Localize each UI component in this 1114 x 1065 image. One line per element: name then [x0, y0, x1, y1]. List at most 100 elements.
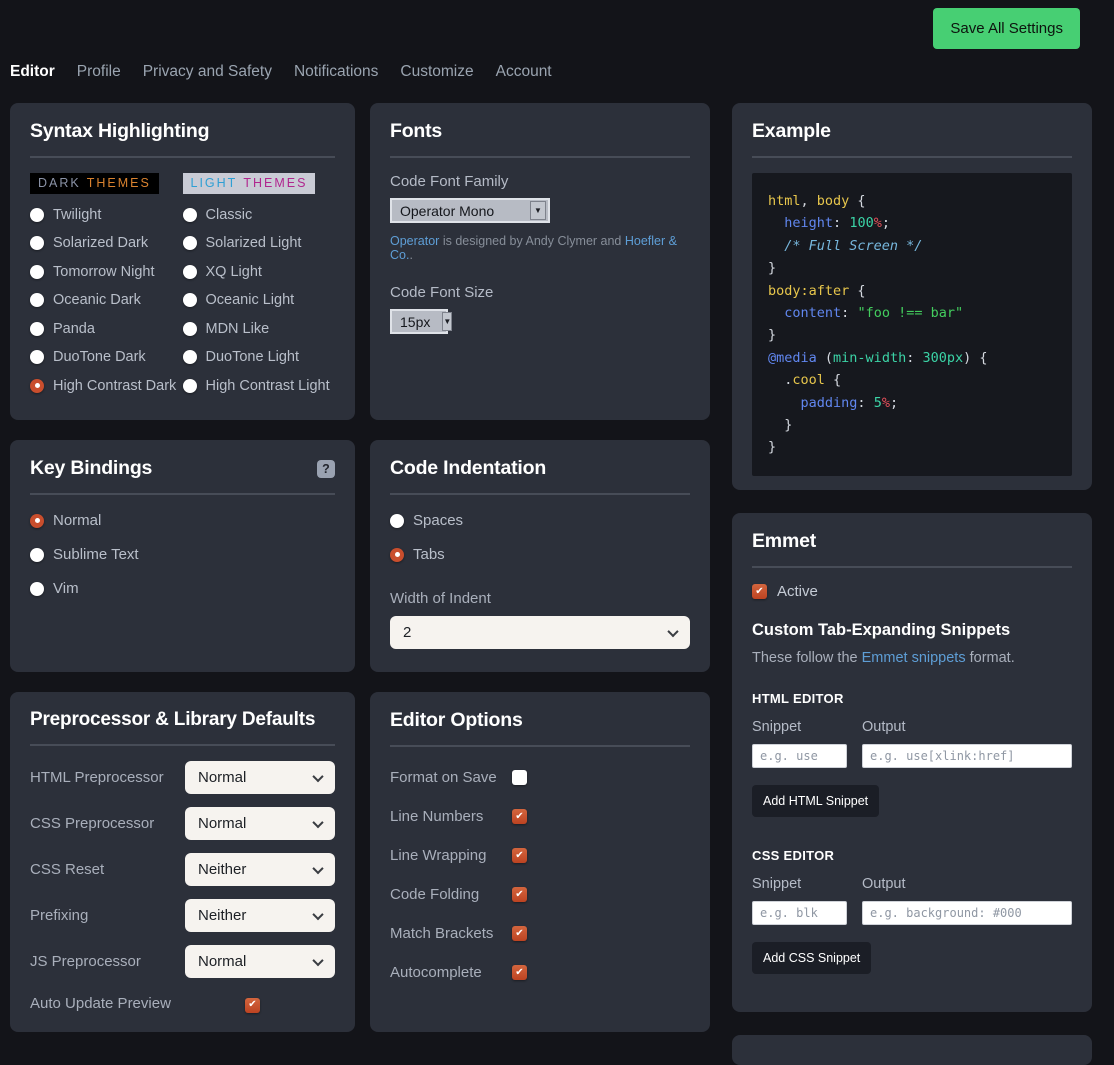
dark-themes-column: DARKTHEMES TwilightSolarized DarkTomorro… — [30, 173, 183, 394]
code-font-family-select[interactable]: Operator Mono ▼ — [390, 198, 550, 223]
line-wrapping-checkbox[interactable] — [512, 848, 527, 863]
radio-icon[interactable] — [30, 208, 44, 222]
autocomplete-checkbox[interactable] — [512, 965, 527, 980]
theme-high-contrast-light[interactable]: High Contrast Light — [183, 378, 336, 394]
theme-oceanic-light[interactable]: Oceanic Light — [183, 292, 336, 308]
key-binding-normal[interactable]: Normal — [30, 512, 335, 529]
theme-panda[interactable]: Panda — [30, 321, 183, 337]
radio-icon[interactable] — [30, 265, 44, 279]
tab-notifications[interactable]: Notifications — [294, 63, 378, 81]
radio-icon[interactable] — [30, 322, 44, 336]
code-folding-checkbox[interactable] — [512, 887, 527, 902]
html-snippet-input[interactable] — [752, 744, 847, 768]
theme-twilight[interactable]: Twilight — [30, 207, 183, 223]
indentation-options: Spaces Tabs — [390, 512, 690, 563]
tab-account[interactable]: Account — [496, 63, 552, 81]
column-2: Fonts Code Font Family Operator Mono ▼ O… — [370, 103, 710, 1065]
chevron-down-icon — [312, 908, 323, 919]
radio-label: Panda — [53, 321, 95, 337]
radio-icon[interactable] — [183, 350, 197, 364]
theme-duotone-light[interactable]: DuoTone Light — [183, 349, 336, 365]
chevron-down-icon — [312, 862, 323, 873]
radio-icon[interactable] — [30, 514, 44, 528]
tab-privacy-and-safety[interactable]: Privacy and Safety — [143, 63, 272, 81]
theme-solarized-dark[interactable]: Solarized Dark — [30, 235, 183, 251]
code-line: padding: 5%; — [768, 392, 1056, 414]
code-line: content: "foo !== bar" — [768, 302, 1056, 324]
add-html-snippet-button[interactable]: Add HTML Snippet — [752, 785, 879, 817]
css-output-input[interactable] — [862, 901, 1072, 925]
radio-icon[interactable] — [30, 582, 44, 596]
setting-label: CSS Reset — [30, 861, 185, 878]
css-snippet-input[interactable] — [752, 901, 847, 925]
html-preprocessor-select[interactable]: Normal — [185, 761, 335, 794]
theme-high-contrast-dark[interactable]: High Contrast Dark — [30, 378, 183, 394]
radio-label: XQ Light — [206, 264, 262, 280]
add-css-snippet-button[interactable]: Add CSS Snippet — [752, 942, 871, 974]
css-preprocessor-select[interactable]: Normal — [185, 807, 335, 840]
radio-icon[interactable] — [390, 514, 404, 528]
width-of-indent-select[interactable]: 2 — [390, 616, 690, 649]
code-line: @media (min-width: 300px) { — [768, 347, 1056, 369]
setting-row-css-reset: CSS ResetNeither — [30, 853, 335, 886]
radio-icon[interactable] — [183, 208, 197, 222]
tab-customize[interactable]: Customize — [400, 63, 473, 81]
radio-label: High Contrast Light — [206, 378, 330, 394]
theme-tomorrow-night[interactable]: Tomorrow Night — [30, 264, 183, 280]
radio-label: Twilight — [53, 207, 101, 223]
card-title: Emmet — [752, 530, 1072, 553]
line-numbers-checkbox[interactable] — [512, 809, 527, 824]
radio-label: Oceanic Light — [206, 292, 295, 308]
radio-icon[interactable] — [30, 548, 44, 562]
option-label: Line Wrapping — [390, 847, 512, 864]
indent-spaces[interactable]: Spaces — [390, 512, 690, 529]
auto-update-preview-checkbox[interactable] — [245, 998, 260, 1013]
chevron-down-icon — [312, 816, 323, 827]
code-font-size-select[interactable]: 15px ▼ — [390, 309, 448, 334]
theme-xq-light[interactable]: XQ Light — [183, 264, 336, 280]
tab-editor[interactable]: Editor — [10, 63, 55, 81]
emmet-active-checkbox[interactable] — [752, 584, 767, 599]
radio-label: High Contrast Dark — [53, 378, 176, 394]
radio-icon[interactable] — [30, 236, 44, 250]
css-reset-select[interactable]: Neither — [185, 853, 335, 886]
chevron-down-icon — [667, 625, 678, 636]
emmet-note: These follow the Emmet snippets format. — [752, 650, 1072, 666]
radio-icon[interactable] — [183, 293, 197, 307]
settings-tabs: Editor Profile Privacy and Safety Notificat… — [10, 63, 552, 81]
emmet-snippets-link[interactable]: Emmet snippets — [862, 650, 966, 666]
theme-oceanic-dark[interactable]: Oceanic Dark — [30, 292, 183, 308]
indent-tabs[interactable]: Tabs — [390, 546, 690, 563]
tab-profile[interactable]: Profile — [77, 63, 121, 81]
auto-update-preview-row: Auto Update Preview — [30, 994, 335, 1013]
editor-options-rows: Format on SaveLine NumbersLine WrappingC… — [390, 769, 690, 981]
format-on-save-checkbox[interactable] — [512, 770, 527, 785]
key-binding-sublime-text[interactable]: Sublime Text — [30, 546, 335, 563]
example-code: html, body { height: 100%; /* Full Scree… — [752, 173, 1072, 476]
card-title: Fonts — [390, 120, 690, 143]
radio-icon[interactable] — [183, 379, 197, 393]
match-brackets-checkbox[interactable] — [512, 926, 527, 941]
css-editor-heading: CSS EDITOR — [752, 848, 1072, 863]
radio-icon[interactable] — [390, 548, 404, 562]
radio-icon[interactable] — [30, 350, 44, 364]
fonts-card: Fonts Code Font Family Operator Mono ▼ O… — [370, 103, 710, 420]
theme-mdn-like[interactable]: MDN Like — [183, 321, 336, 337]
radio-icon[interactable] — [183, 236, 197, 250]
theme-duotone-dark[interactable]: DuoTone Dark — [30, 349, 183, 365]
radio-icon[interactable] — [183, 265, 197, 279]
js-preprocessor-select[interactable]: Normal — [185, 945, 335, 978]
prefixing-select[interactable]: Neither — [185, 899, 335, 932]
html-output-input[interactable] — [862, 744, 1072, 768]
key-binding-vim[interactable]: Vim — [30, 580, 335, 597]
light-themes-column: LIGHTTHEMES ClassicSolarized LightXQ Lig… — [183, 173, 336, 394]
radio-icon[interactable] — [183, 322, 197, 336]
help-icon[interactable]: ? — [317, 460, 335, 478]
theme-classic[interactable]: Classic — [183, 207, 336, 223]
save-all-settings-button[interactable]: Save All Settings — [933, 8, 1080, 49]
radio-icon[interactable] — [30, 379, 44, 393]
radio-icon[interactable] — [30, 293, 44, 307]
theme-solarized-light[interactable]: Solarized Light — [183, 235, 336, 251]
operator-link[interactable]: Operator — [390, 234, 439, 248]
option-row-match-brackets: Match Brackets — [390, 925, 690, 942]
